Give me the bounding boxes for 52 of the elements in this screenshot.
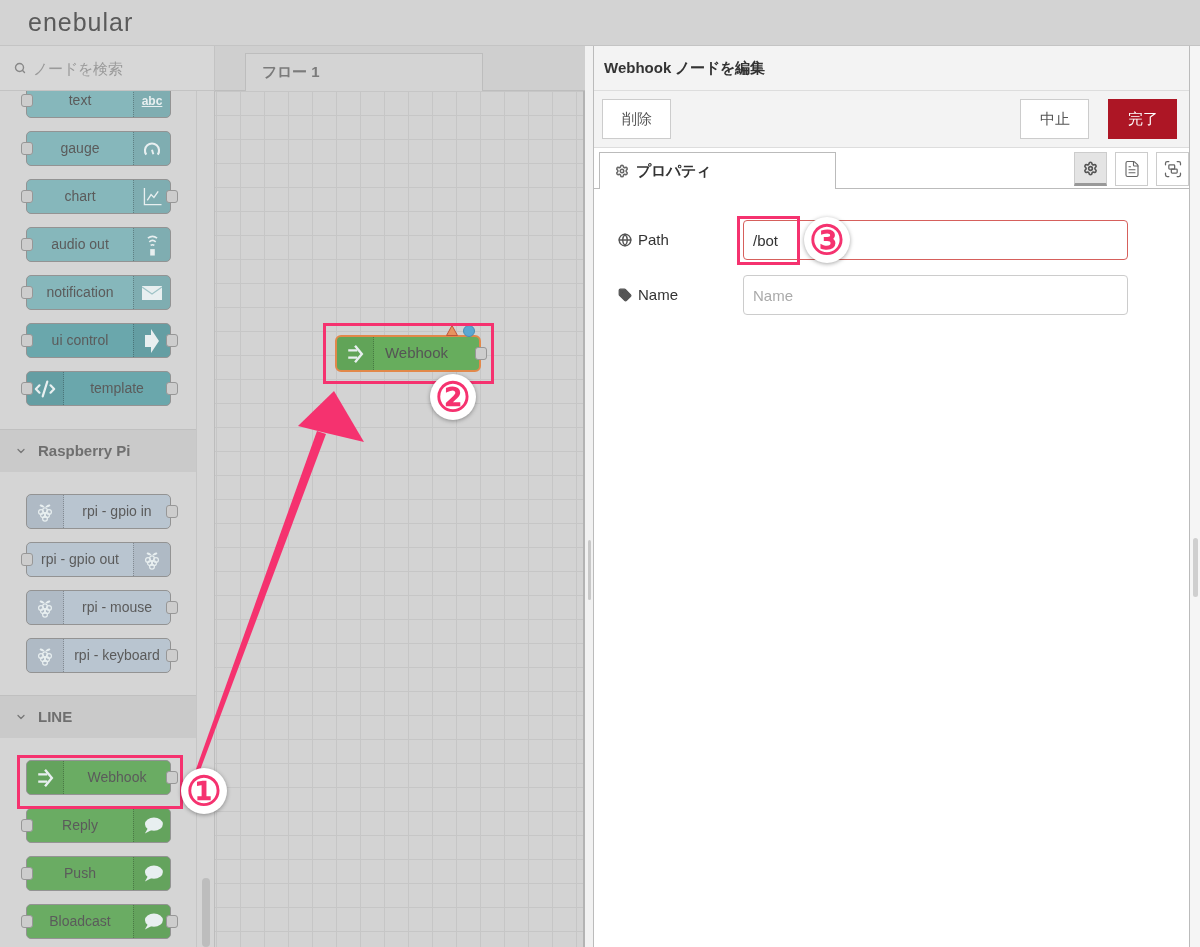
double-arrow-icon	[346, 343, 364, 364]
search-icon	[14, 62, 26, 74]
logo[interactable]: enebular	[28, 10, 134, 35]
text-field[interactable]: Name	[743, 275, 1128, 315]
settings-icon	[615, 164, 629, 178]
highlight-frame	[737, 216, 800, 265]
palette-node[interactable]: rpi - gpio out	[26, 542, 171, 577]
palette-node[interactable]: text abc	[26, 91, 171, 118]
palette-node[interactable]: audio out	[26, 227, 171, 262]
envelope-icon	[142, 285, 162, 300]
scrollbar-thumb[interactable]	[201, 878, 210, 947]
editor-title: Webhook ノードを編集	[604, 57, 766, 78]
globe-icon	[618, 233, 632, 247]
palette-node[interactable]: ui control	[26, 323, 171, 358]
action-button[interactable]: 完了	[1108, 99, 1177, 139]
palette-node[interactable]: gauge	[26, 131, 171, 166]
panel-splitter[interactable]	[585, 46, 593, 947]
category-header[interactable]: LINE	[0, 695, 196, 738]
properties-tab[interactable]: プロパティ	[599, 152, 836, 189]
settings-icon	[1083, 160, 1098, 176]
action-button[interactable]: 削除	[602, 99, 671, 139]
arrow-right-icon	[145, 328, 159, 353]
view-toggle-button[interactable]	[1115, 152, 1148, 186]
document-icon	[1122, 160, 1141, 178]
view-toggle-button[interactable]	[1156, 152, 1189, 186]
palette-node[interactable]: Webhook	[26, 760, 171, 795]
palette-node[interactable]: notification	[26, 275, 171, 310]
icon-text: abc	[141, 94, 163, 107]
tag-icon	[618, 288, 632, 302]
frame-icon	[1162, 159, 1183, 179]
field-label: Path	[638, 229, 669, 250]
splitter-handle[interactable]	[587, 540, 591, 600]
double-arrow-icon	[36, 767, 54, 788]
scrollbar-thumb[interactable]	[1192, 538, 1198, 597]
palette-node[interactable]: Bloadcast	[26, 904, 171, 939]
gauge-icon	[143, 141, 161, 156]
signal-icon	[146, 233, 158, 256]
palette-node[interactable]: rpi - keyboard	[26, 638, 171, 673]
palette-node[interactable]: chart	[26, 179, 171, 214]
category-header[interactable]: Raspberry Pi	[0, 429, 196, 472]
palette-node[interactable]: template	[26, 371, 171, 406]
view-toggle-button[interactable]	[1074, 152, 1107, 186]
palette-node[interactable]: rpi - gpio in	[26, 494, 171, 529]
search-field[interactable]: ノードを検索	[0, 46, 215, 91]
line-chart-icon	[142, 187, 162, 206]
palette-node[interactable]: Reply	[26, 808, 171, 843]
palette-node[interactable]: rpi - mouse	[26, 590, 171, 625]
action-button[interactable]: 中止	[1020, 99, 1089, 139]
field-label: Name	[638, 284, 678, 305]
flow-node[interactable]: Webhook	[335, 335, 481, 372]
palette-node[interactable]: Push	[26, 856, 171, 891]
flow-tab[interactable]: フロー 1	[245, 53, 483, 91]
